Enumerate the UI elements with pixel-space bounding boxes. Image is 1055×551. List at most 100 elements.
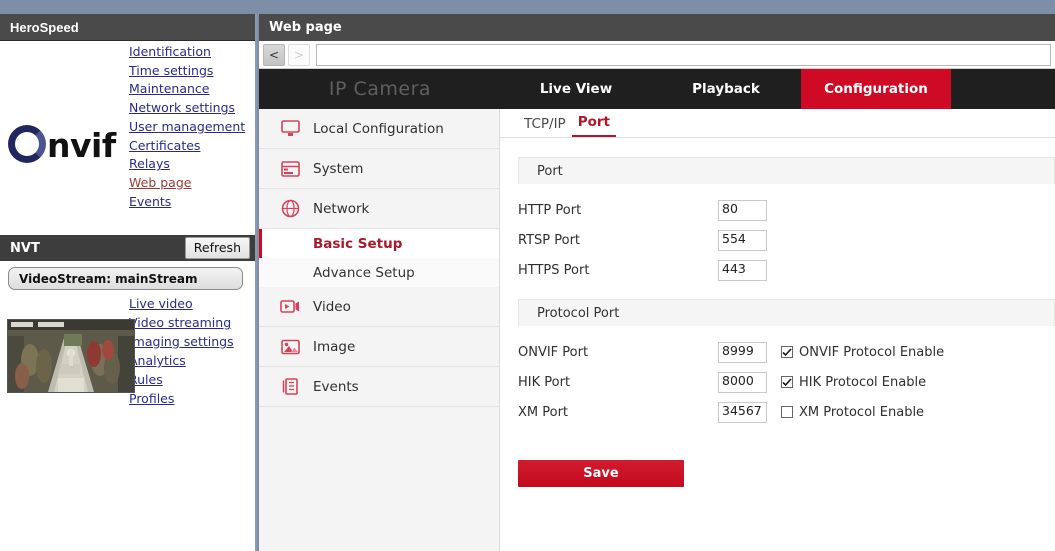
- camera-top-header: IP Camera Live View Playback Configurati…: [259, 69, 1055, 109]
- input-http-port[interactable]: 80: [718, 199, 767, 221]
- link-identification[interactable]: Identification: [129, 43, 211, 62]
- link-profiles[interactable]: Profiles: [129, 389, 174, 408]
- back-arrow-icon[interactable]: <: [263, 43, 285, 66]
- port-panel: Port HTTP Port 80 RTSP Port 554 HTTPS Po…: [518, 157, 1055, 285]
- onvif-tool-titlebar: HeroSpeed: [0, 14, 255, 41]
- image-icon: [279, 337, 301, 357]
- sidebar-item-video[interactable]: Video: [259, 287, 499, 327]
- onvif-device-pane: nvif Identification Time settings Mainte…: [0, 41, 255, 235]
- sidebar-item-local-configuration[interactable]: Local Configuration: [259, 109, 499, 149]
- globe-icon: [279, 199, 301, 219]
- checkbox-hik-protocol-enable[interactable]: [781, 376, 793, 388]
- subtab-tcpip[interactable]: TCP/IP: [518, 116, 572, 137]
- tab-playback[interactable]: Playback: [651, 69, 801, 109]
- checkbox-wrap-onvif: ONVIF Protocol Enable: [781, 345, 944, 360]
- camera-brand-label: IP Camera: [328, 78, 432, 100]
- input-onvif-port[interactable]: 8999: [718, 341, 767, 363]
- link-analytics[interactable]: Analytics: [129, 351, 186, 370]
- label-rtsp-port: RTSP Port: [518, 232, 581, 248]
- sidebar-item-system[interactable]: System: [259, 149, 499, 189]
- browser-titlebar: Web page: [259, 14, 1055, 41]
- sidebar-item-image[interactable]: Image: [259, 327, 499, 367]
- checkbox-onvif-protocol-enable[interactable]: [781, 346, 793, 358]
- checkbox-wrap-xm: XM Protocol Enable: [781, 405, 924, 420]
- sidebar-label-events: Events: [313, 378, 359, 395]
- address-bar-input[interactable]: [316, 43, 1051, 66]
- port-panel-heading: Port: [518, 157, 1055, 184]
- input-rtsp-port[interactable]: 554: [718, 229, 767, 251]
- link-live-video[interactable]: Live video: [129, 294, 193, 313]
- row-rtsp-port: RTSP Port 554: [518, 225, 1055, 255]
- sidebar-subitem-basic-setup[interactable]: Basic Setup: [259, 229, 499, 258]
- port-panel-body: HTTP Port 80 RTSP Port 554 HTTPS Port 44…: [518, 184, 1055, 285]
- sidebar-item-events[interactable]: Events: [259, 367, 499, 407]
- sidebar-label-local-configuration: Local Configuration: [313, 120, 444, 137]
- sidebar-subitem-advance-setup[interactable]: Advance Setup: [259, 258, 499, 287]
- link-time-settings[interactable]: Time settings: [129, 62, 213, 81]
- nvt-header-bar: NVT Refresh: [0, 235, 255, 261]
- sidebar-label-system: System: [313, 160, 364, 177]
- onvif-tool-title: HeroSpeed: [10, 19, 79, 35]
- link-network-settings[interactable]: Network settings: [129, 99, 235, 118]
- link-certificates[interactable]: Certificates: [129, 137, 200, 156]
- sidebar-label-network: Network: [313, 200, 370, 217]
- list-icon: [279, 377, 301, 397]
- forward-arrow-icon[interactable]: >: [288, 43, 310, 66]
- protocol-port-panel: Protocol Port ONVIF Port 8999 ONVIF Prot…: [518, 299, 1055, 427]
- subtab-port[interactable]: Port: [571, 114, 616, 137]
- nvt-label: NVT: [10, 240, 40, 256]
- sidebar-item-network[interactable]: Network: [259, 189, 499, 229]
- sidebar-label-video: Video: [313, 298, 351, 315]
- label-hik-protocol-enable: HIK Protocol Enable: [799, 374, 927, 390]
- row-https-port: HTTPS Port 443: [518, 255, 1055, 285]
- nvt-pane: VideoStream: mainStream Live video Video…: [0, 261, 255, 551]
- link-video-streaming[interactable]: Video streaming: [129, 313, 231, 332]
- input-https-port[interactable]: 443: [718, 259, 767, 281]
- label-xm-port: XM Port: [518, 404, 569, 420]
- onvif-logo: nvif: [8, 125, 116, 163]
- link-maintenance[interactable]: Maintenance: [129, 80, 210, 99]
- protocol-panel-body: ONVIF Port 8999 ONVIF Protocol Enable HI…: [518, 326, 1055, 427]
- window-icon: [279, 159, 301, 179]
- label-https-port: HTTPS Port: [518, 262, 590, 278]
- tab-configuration[interactable]: Configuration: [801, 69, 951, 109]
- checkbox-wrap-hik: HIK Protocol Enable: [781, 375, 926, 390]
- checkbox-xm-protocol-enable[interactable]: [781, 406, 793, 418]
- onvif-logo-text: nvif: [47, 125, 116, 165]
- camera-sidebar: Local Configuration System Network Basic…: [259, 109, 500, 551]
- input-hik-port[interactable]: 8000: [718, 371, 767, 393]
- refresh-button[interactable]: Refresh: [184, 237, 250, 259]
- browser-navbar: < >: [259, 41, 1055, 69]
- sidebar-label-image: Image: [313, 338, 356, 355]
- camera-snapshot-thumbnail: [7, 319, 135, 393]
- protocol-panel-heading: Protocol Port: [518, 299, 1055, 326]
- label-http-port: HTTP Port: [518, 202, 582, 218]
- row-xm-port: XM Port 34567 XM Protocol Enable: [518, 397, 1055, 427]
- link-web-page[interactable]: Web page: [129, 174, 191, 193]
- browser-title-text: Web page: [269, 20, 342, 35]
- input-xm-port[interactable]: 34567: [718, 401, 767, 423]
- camera-content-area: TCP/IP Port Port HTTP Port 80 RTSP Port …: [500, 109, 1055, 551]
- tab-live-view[interactable]: Live View: [501, 69, 651, 109]
- camera-body: Local Configuration System Network Basic…: [259, 109, 1055, 551]
- row-onvif-port: ONVIF Port 8999 ONVIF Protocol Enable: [518, 337, 1055, 367]
- monitor-icon: [279, 119, 301, 139]
- browser-window: Web page < > IP Camera Live View Playbac…: [259, 14, 1055, 551]
- label-xm-protocol-enable: XM Protocol Enable: [799, 404, 925, 420]
- device-link-list: Identification Time settings Maintenance…: [129, 43, 247, 211]
- link-imaging-settings[interactable]: Imaging settings: [129, 332, 234, 351]
- label-onvif-port: ONVIF Port: [518, 344, 589, 360]
- onvif-tool-window: HeroSpeed nvif Identification Time setti…: [0, 14, 257, 551]
- save-button[interactable]: Save: [518, 460, 684, 487]
- link-relays[interactable]: Relays: [129, 155, 170, 174]
- screen-root: HeroSpeed nvif Identification Time setti…: [0, 0, 1055, 551]
- content-subtabs: TCP/IP Port: [500, 109, 1055, 138]
- videostream-selector[interactable]: VideoStream: mainStream: [8, 267, 243, 290]
- video-icon: [279, 297, 301, 317]
- onvif-ring-icon: [8, 125, 46, 163]
- row-hik-port: HIK Port 8000 HIK Protocol Enable: [518, 367, 1055, 397]
- label-hik-port: HIK Port: [518, 374, 571, 390]
- link-events[interactable]: Events: [129, 193, 171, 212]
- link-user-management[interactable]: User management: [129, 118, 245, 137]
- label-onvif-protocol-enable: ONVIF Protocol Enable: [799, 344, 945, 360]
